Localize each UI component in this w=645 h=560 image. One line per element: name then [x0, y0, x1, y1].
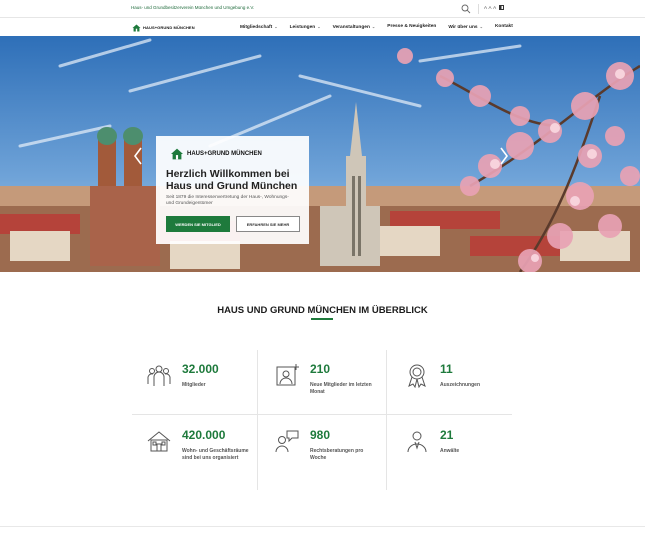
stat-consultations: 980 Rechtsberatungen pro Woche — [260, 418, 388, 480]
stat-label: Rechtsberatungen pro Woche — [310, 448, 364, 461]
stat-members: 32.000 Mitglieder — [132, 352, 260, 414]
new-member-icon — [276, 364, 299, 386]
top-utility-bar: Haus- und Grundbesitzerverein München un… — [0, 0, 645, 18]
stat-value: 32.000 — [182, 362, 219, 376]
title-underline — [311, 318, 333, 320]
award-icon — [408, 364, 426, 388]
house-logo-icon — [171, 148, 183, 160]
association-name: Haus- und Grundbesitzerverein München un… — [131, 5, 255, 10]
hero-logo: HAUS+GRUND MÜNCHEN — [170, 148, 262, 160]
site-logo[interactable]: HAUS+GRUND MÜNCHEN — [132, 23, 195, 32]
stat-label: Auszeichnungen — [440, 382, 481, 388]
chevron-down-icon: ⌄ — [371, 24, 376, 29]
chevron-down-icon: ⌄ — [274, 24, 278, 29]
chevron-down-icon: ⌄ — [317, 24, 321, 29]
lawyer-icon — [407, 431, 427, 453]
hero-image — [0, 36, 640, 272]
stat-new-members: 210 Neue Mitglieder im letzten Monat — [260, 352, 388, 414]
stat-value: 980 — [310, 428, 331, 442]
consultation-icon — [275, 430, 299, 453]
hero-title: Herzlich Willkommen bei Haus und Grund M… — [166, 168, 298, 192]
nav-item-leistungen[interactable]: Leistungen ⌄ — [290, 24, 321, 30]
stat-value: 210 — [310, 362, 331, 376]
house-icon — [147, 431, 171, 452]
hero-slider: HAUS+GRUND MÜNCHEN Herzlich Willkommen b… — [0, 36, 640, 272]
stat-units: 420.000 Wohn- und Geschäftsräume sind be… — [132, 418, 260, 480]
stat-value: 420.000 — [182, 428, 226, 442]
nav-item-presse[interactable]: Presse & Neuigkeiten — [387, 24, 436, 30]
nav-item-wir-ueber-uns[interactable]: Wir über uns ⌄ — [448, 24, 483, 30]
divider — [132, 414, 512, 415]
hero-subtitle: Seit 1879 die Interessenvertretung der H… — [166, 195, 289, 206]
chevron-left-icon[interactable] — [132, 146, 144, 166]
contrast-icon[interactable] — [498, 5, 504, 10]
nav-item-kontakt[interactable]: Kontakt — [495, 24, 513, 30]
hero-logo-text: HAUS+GRUND MÜNCHEN — [187, 151, 262, 157]
main-navigation: HAUS+GRUND MÜNCHEN Mitgliedschaft ⌄ Leist… — [0, 18, 645, 36]
chevron-right-icon[interactable] — [498, 146, 510, 166]
section-divider — [0, 526, 645, 527]
stat-value: 11 — [440, 362, 453, 376]
stat-lawyers: 21 Anwälte — [390, 418, 518, 480]
become-member-button[interactable]: WERDEN SIE MITGLIED — [166, 216, 230, 232]
divider — [478, 4, 479, 14]
nav-item-veranstaltungen[interactable]: Veranstaltungen ⌄ — [333, 24, 376, 30]
stat-label: Mitglieder — [182, 382, 206, 388]
search-icon[interactable] — [460, 3, 472, 15]
house-logo-icon — [132, 23, 141, 32]
nav-item-mitgliedschaft[interactable]: Mitgliedschaft ⌄ — [240, 24, 278, 30]
chevron-down-icon: ⌄ — [479, 24, 483, 29]
font-size-label[interactable]: A A A — [484, 5, 496, 10]
overview-title: HAUS UND GRUND MÜNCHEN IM ÜBERBLICK — [217, 305, 428, 316]
members-icon — [147, 365, 171, 386]
stat-awards: 11 Auszeichnungen — [390, 352, 518, 414]
stat-label: Wohn- und Geschäftsräume sind bei uns or… — [182, 448, 249, 461]
stat-label: Neue Mitglieder im letzten Monat — [310, 382, 372, 395]
logo-text: HAUS+GRUND MÜNCHEN — [143, 25, 195, 30]
stat-value: 21 — [440, 428, 454, 442]
nav-menu: Mitgliedschaft ⌄ Leistungen ⌄ Veranstaltun… — [240, 24, 525, 30]
font-size-switcher[interactable]: A A A — [484, 5, 504, 10]
hero-card: HAUS+GRUND MÜNCHEN Herzlich Willkommen b… — [156, 136, 309, 244]
learn-more-button[interactable]: ERFAHREN SIE MEHR — [236, 216, 300, 232]
stat-label: Anwälte — [440, 448, 460, 454]
